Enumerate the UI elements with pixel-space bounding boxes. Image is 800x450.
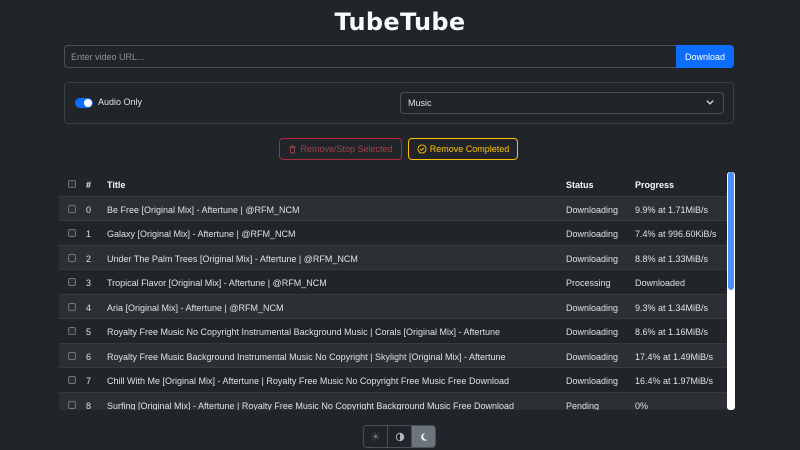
row-title: Be Free [Original Mix] - Aftertune | @RF… <box>107 204 300 215</box>
row-checkbox[interactable] <box>68 400 76 409</box>
table-row[interactable]: 8 Surfing [Original Mix] - Aftertune | R… <box>59 392 728 411</box>
row-num: 0 <box>86 204 92 215</box>
row-num: 8 <box>86 400 92 411</box>
row-title: Aria [Original Mix] - Aftertune | @RFM_N… <box>107 302 284 313</box>
table-row[interactable]: 1 Galaxy [Original Mix] - Aftertune | @R… <box>59 221 728 246</box>
table-row[interactable]: 0 Be Free [Original Mix] - Aftertune | @… <box>59 196 728 221</box>
table-header: # Title Status Progress <box>59 172 728 197</box>
theme-switcher <box>363 425 436 448</box>
row-checkbox[interactable] <box>68 327 76 335</box>
table-scrollbar[interactable] <box>727 172 735 410</box>
row-progress: 9.9% at 1.71MiB/s <box>635 204 709 215</box>
audio-only-toggle[interactable] <box>75 98 93 108</box>
select-all-checkbox[interactable] <box>68 180 76 188</box>
table-row[interactable]: 2 Under The Palm Trees [Original Mix] - … <box>59 245 728 270</box>
row-progress: 8.8% at 1.33MiB/s <box>635 253 709 264</box>
row-status: Processing <box>566 278 611 288</box>
row-title: Chill With Me [Original Mix] - Aftertune… <box>107 376 509 386</box>
row-title: Tropical Flavor [Original Mix] - Aftertu… <box>107 278 327 288</box>
table-row[interactable]: 6 Royalty Free Music Background Instrume… <box>59 343 728 368</box>
row-progress: 0% <box>635 400 649 411</box>
header-title: Title <box>107 180 126 190</box>
scrollbar-thumb[interactable] <box>728 172 734 290</box>
row-status: Downloading <box>566 229 619 239</box>
row-num: 6 <box>86 351 92 362</box>
row-progress: 9.3% at 1.34MiB/s <box>635 302 709 313</box>
remove-completed-label: Remove Completed <box>429 144 510 154</box>
row-progress: 7.4% at 996.60KiB/s <box>635 229 717 239</box>
remove-stop-selected-label: Remove/Stop Selected <box>300 144 393 154</box>
bulk-actions: Remove/Stop Selected Remove Completed <box>0 138 800 160</box>
app-title: TubeTube <box>334 8 466 36</box>
table-row[interactable]: 4 Aria [Original Mix] - Aftertune | @RFM… <box>59 294 728 319</box>
row-progress: 16.4% at 1.97MiB/s <box>635 376 714 386</box>
row-num: 5 <box>86 327 92 337</box>
row-status: Pending <box>566 400 600 411</box>
category-select[interactable]: Music <box>400 92 724 114</box>
moon-icon <box>420 432 428 441</box>
toggle-knob <box>84 99 92 107</box>
row-status: Downloading <box>566 351 619 362</box>
row-checkbox[interactable] <box>68 204 76 213</box>
row-status: Downloading <box>566 376 619 386</box>
row-checkbox[interactable] <box>68 376 76 384</box>
row-num: 2 <box>86 253 92 264</box>
check-circle-icon <box>417 144 427 154</box>
row-title: Royalty Free Music No Copyright Instrume… <box>107 327 500 337</box>
table-row[interactable]: 5 Royalty Free Music No Copyright Instru… <box>59 319 728 344</box>
theme-dark-button[interactable] <box>412 426 435 447</box>
row-status: Downloading <box>566 302 619 313</box>
row-num: 4 <box>86 302 92 313</box>
row-checkbox[interactable] <box>68 229 76 237</box>
contrast-icon <box>395 432 404 441</box>
trash-icon <box>289 145 297 153</box>
row-status: Downloading <box>566 204 619 215</box>
url-form: Download <box>64 45 734 68</box>
row-title: Surfing [Original Mix] - Aftertune | Roy… <box>107 400 514 411</box>
row-title: Under The Palm Trees [Original Mix] - Af… <box>107 253 358 264</box>
chevron-down-icon <box>706 100 714 105</box>
row-checkbox[interactable] <box>68 351 76 360</box>
row-num: 1 <box>86 229 92 239</box>
row-title: Galaxy [Original Mix] - Aftertune | @RFM… <box>107 229 296 239</box>
remove-completed-button[interactable]: Remove Completed <box>408 138 518 160</box>
table-row[interactable]: 3 Tropical Flavor [Original Mix] - After… <box>59 270 728 295</box>
row-checkbox[interactable] <box>68 302 76 311</box>
sun-icon <box>371 432 380 441</box>
theme-light-button[interactable] <box>364 426 388 447</box>
row-num: 7 <box>86 376 92 386</box>
row-progress: Downloaded <box>635 278 686 288</box>
row-progress: 8.6% at 1.16MiB/s <box>635 327 709 337</box>
audio-only-label: Audio Only <box>98 97 143 107</box>
header-num: # <box>86 180 92 190</box>
row-num: 3 <box>86 278 92 288</box>
row-progress: 17.4% at 1.49MiB/s <box>635 351 714 362</box>
header-progress: Progress <box>635 180 675 190</box>
row-status: Downloading <box>566 327 619 337</box>
video-url-input[interactable] <box>64 45 676 68</box>
row-status: Downloading <box>566 253 619 264</box>
download-button[interactable]: Download <box>676 45 734 68</box>
options-card: Audio Only Music <box>64 82 734 124</box>
table-row[interactable]: 7 Chill With Me [Original Mix] - Aftertu… <box>59 368 728 393</box>
downloads-table: # Title Status Progress 0 Be Free [Origi… <box>59 172 728 410</box>
theme-auto-button[interactable] <box>388 426 412 447</box>
remove-stop-selected-button[interactable]: Remove/Stop Selected <box>279 138 402 160</box>
row-checkbox[interactable] <box>68 253 76 262</box>
row-checkbox[interactable] <box>68 278 76 286</box>
header-status: Status <box>566 180 594 190</box>
row-title: Royalty Free Music Background Instrument… <box>107 351 506 362</box>
category-select-value: Music <box>408 98 432 108</box>
